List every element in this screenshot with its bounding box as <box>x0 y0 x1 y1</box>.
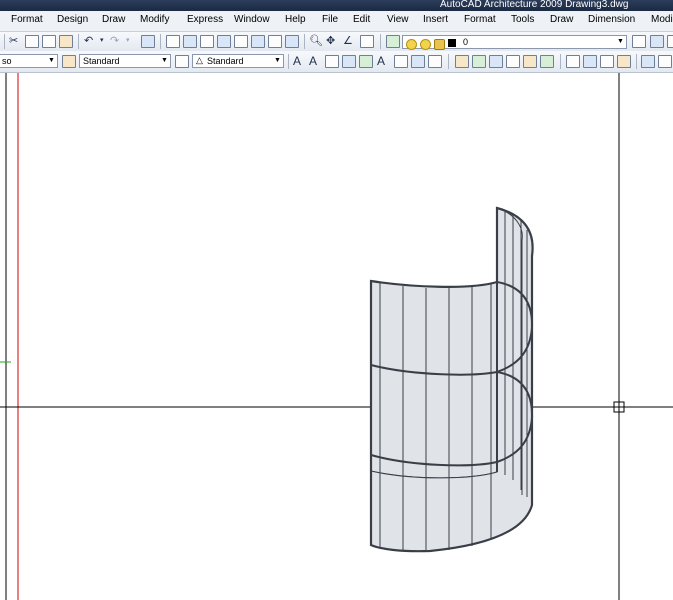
display-manager-icon[interactable] <box>285 35 299 48</box>
cut-icon[interactable]: ✂ <box>9 34 18 48</box>
menu-dimension[interactable]: Dimension <box>588 14 635 25</box>
layer-properties-icon[interactable] <box>386 35 400 48</box>
menu-file[interactable]: File <box>322 14 338 25</box>
lock-icon[interactable] <box>434 39 445 50</box>
dimension-style-dropdown[interactable]: Standard △ ▼ <box>192 54 284 68</box>
multiline-text-icon[interactable]: A <box>309 54 317 68</box>
quick-dimension-icon[interactable] <box>583 55 597 68</box>
layer-states-icon[interactable] <box>667 35 673 48</box>
dimension-arc-icon[interactable] <box>489 55 503 68</box>
window-title: AutoCAD Architecture 2009 Drawing3.dwg <box>440 0 629 10</box>
text-icon[interactable]: A <box>293 54 301 68</box>
dimension-continue-icon[interactable] <box>617 55 631 68</box>
edit-text-icon[interactable]: A <box>377 54 385 68</box>
find-replace-icon[interactable] <box>342 55 356 68</box>
menu-help[interactable]: Help <box>285 14 306 25</box>
menu-express[interactable]: Express <box>187 14 223 25</box>
tool-palettes-icon[interactable] <box>200 35 214 48</box>
properties-icon[interactable] <box>166 35 180 48</box>
copy-icon[interactable] <box>25 35 39 48</box>
text-style-value: Standard <box>83 56 120 66</box>
redo-dropdown-icon[interactable]: ▾ <box>126 34 130 48</box>
scale-text-icon[interactable] <box>394 55 408 68</box>
dimension-linear-icon[interactable] <box>455 55 469 68</box>
toolbar-separator <box>160 34 161 49</box>
chevron-down-icon[interactable]: ▼ <box>47 56 56 66</box>
dimension-angular-icon[interactable] <box>566 55 580 68</box>
layer-previous-icon[interactable] <box>650 35 664 48</box>
pan-icon[interactable] <box>141 35 155 48</box>
design-center-icon[interactable] <box>183 35 197 48</box>
chevron-down-icon[interactable]: ▼ <box>273 56 282 66</box>
title-bar: AutoCAD Architecture 2009 Drawing3.dwg <box>0 0 673 11</box>
dimension-baseline-icon[interactable] <box>600 55 614 68</box>
toolbar-separator <box>304 34 305 49</box>
justify-text-icon[interactable] <box>411 55 425 68</box>
style-manager-icon[interactable] <box>268 35 282 48</box>
text-style-dropdown[interactable]: Standard ▼ <box>79 54 171 68</box>
wall-front-face <box>370 280 498 479</box>
match-properties-icon[interactable] <box>59 35 73 48</box>
menu-bar: Format Design Draw Modify Express Window… <box>0 11 673 32</box>
zoom-previous-icon[interactable] <box>360 35 374 48</box>
undo-icon[interactable]: ↶ <box>84 34 93 48</box>
menu-design[interactable]: Design <box>57 14 88 25</box>
layer-color-swatch <box>448 39 456 47</box>
markup-icon[interactable] <box>234 35 248 48</box>
sheet-set-icon[interactable] <box>217 35 231 48</box>
menu-modify-2[interactable]: Modi <box>651 14 673 25</box>
menu-format[interactable]: Format <box>11 14 43 25</box>
menu-draw[interactable]: Draw <box>102 14 125 25</box>
visual-style-dropdown[interactable]: so ▼ <box>0 54 58 68</box>
curved-wall[interactable] <box>369 206 534 553</box>
menu-format-2[interactable]: Format <box>464 14 496 25</box>
toolbar-separator <box>560 54 561 69</box>
convert-distance-icon[interactable] <box>428 55 442 68</box>
styles-toolbar: so ▼ Standard ▼ Standard △ ▼ A A A <box>0 51 673 73</box>
dimension-aligned-icon[interactable] <box>472 55 486 68</box>
make-layer-current-icon[interactable] <box>632 35 646 48</box>
menu-edit[interactable]: Edit <box>353 14 370 25</box>
dimension-ordinate-icon[interactable] <box>506 55 520 68</box>
toolbar-separator <box>4 34 5 49</box>
dimension-icon: △ <box>196 55 203 65</box>
dimension-style-value: Standard <box>207 56 244 66</box>
text-style-icon[interactable] <box>62 55 76 68</box>
quick-calc-icon[interactable] <box>251 35 265 48</box>
layer-dropdown[interactable]: 0 ▼ <box>402 35 627 50</box>
paste-icon[interactable] <box>42 35 56 48</box>
zoom-realtime-icon[interactable]: 🔍︎ <box>309 34 323 48</box>
pan-realtime-icon[interactable]: ✥ <box>326 34 335 48</box>
free-orbit-icon[interactable] <box>658 55 672 68</box>
menu-window[interactable]: Window <box>234 14 270 25</box>
menu-view[interactable]: View <box>387 14 409 25</box>
menu-draw-2[interactable]: Draw <box>550 14 573 25</box>
drawing-canvas[interactable] <box>0 73 673 600</box>
standard-toolbar: ✂ ↶ ▾ ↷ ▾ 🔍︎ ✥ ∠ 0 ▼ <box>0 32 673 52</box>
dimension-style-icon[interactable] <box>175 55 189 68</box>
menu-tools[interactable]: Tools <box>511 14 534 25</box>
visual-style-value: so <box>2 56 12 66</box>
toolbar-separator <box>78 34 79 49</box>
zoom-window-icon[interactable]: ∠ <box>343 34 353 48</box>
orbit-icon[interactable] <box>641 55 655 68</box>
sun-icon[interactable] <box>420 39 431 50</box>
layer-name: 0 <box>463 37 469 47</box>
dimension-radius-icon[interactable] <box>523 55 537 68</box>
undo-dropdown-icon[interactable]: ▾ <box>100 34 104 48</box>
toolbar-separator <box>448 54 449 69</box>
menu-insert[interactable]: Insert <box>423 14 448 25</box>
toolbar-separator <box>636 54 637 69</box>
redo-icon[interactable]: ↷ <box>110 34 119 48</box>
menu-modify[interactable]: Modify <box>140 14 169 25</box>
toolbar-separator <box>288 54 289 69</box>
chevron-down-icon[interactable]: ▼ <box>616 37 625 47</box>
text-align-icon[interactable] <box>325 55 339 68</box>
dimension-diameter-icon[interactable] <box>540 55 554 68</box>
chevron-down-icon[interactable]: ▼ <box>160 56 169 66</box>
toolbar-separator <box>380 34 381 49</box>
lightbulb-icon[interactable] <box>406 39 417 50</box>
spell-check-icon[interactable] <box>359 55 373 68</box>
